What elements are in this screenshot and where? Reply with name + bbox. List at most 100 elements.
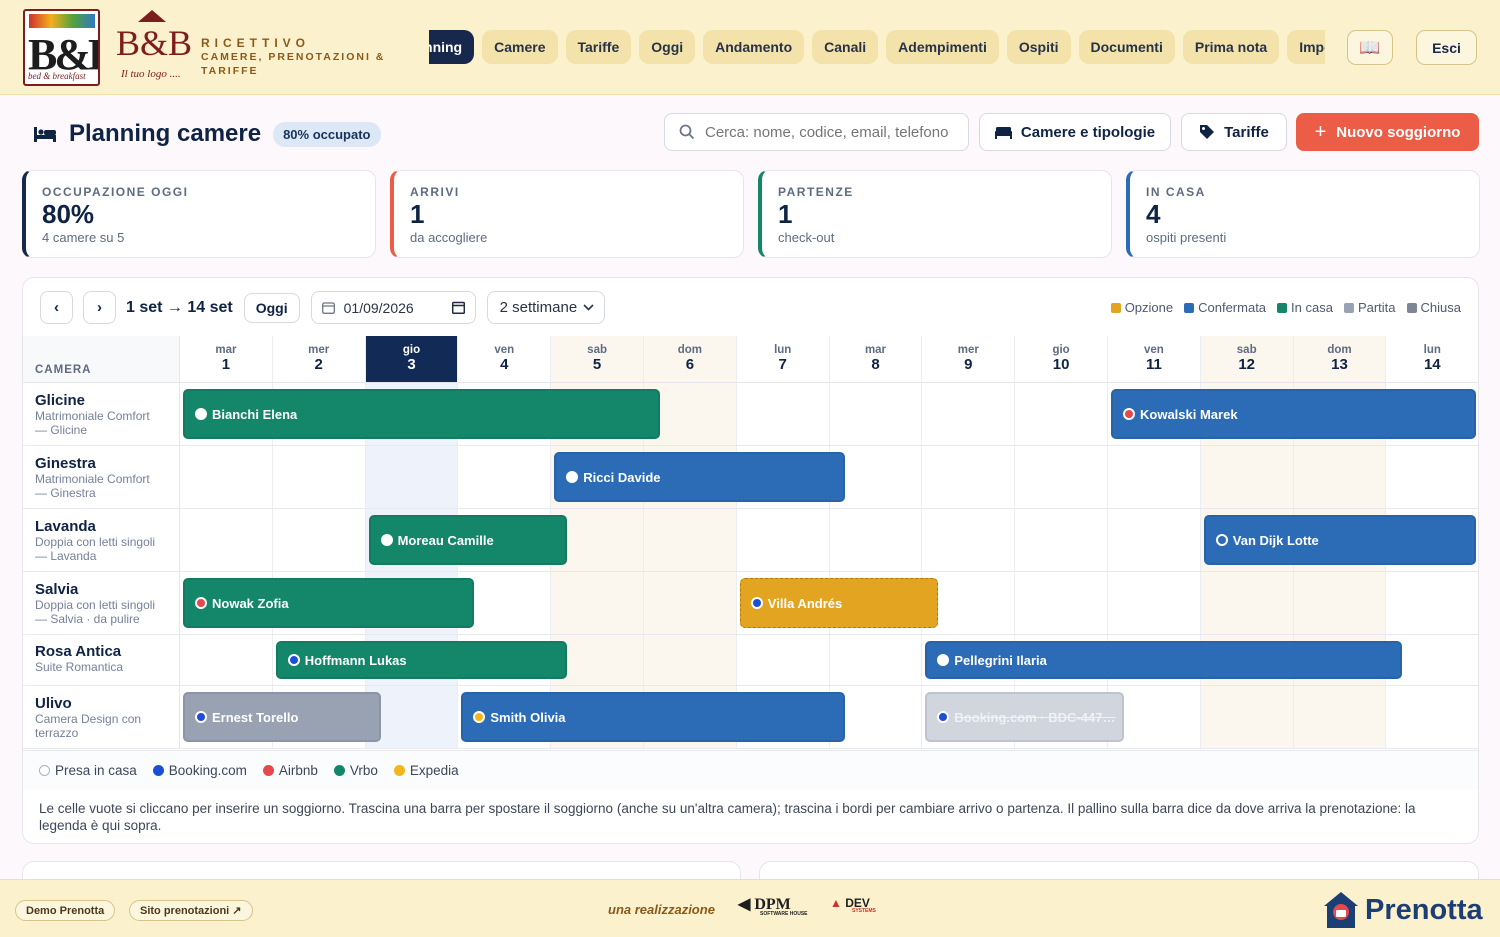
day-number: 4 (500, 356, 509, 373)
search-input[interactable] (705, 123, 955, 141)
prenotta-text: Prenotta (1365, 893, 1483, 926)
next-period-button[interactable]: › (83, 291, 116, 324)
book-icon: 📖 (1359, 37, 1381, 57)
day-header: lun 7 (736, 336, 830, 383)
manual-button[interactable]: 📖 (1347, 30, 1393, 65)
row-divider (23, 508, 1478, 509)
legend-item: Chiusa (1406, 300, 1461, 315)
nav-andamento[interactable]: Andamento (703, 30, 805, 64)
day-name: dom (677, 344, 703, 356)
new-stay-button[interactable]: + Nuovo soggiorno (1296, 113, 1479, 151)
rooms-types-label: Camere e tipologie (1020, 123, 1156, 141)
nav-oggi[interactable]: Oggi (639, 30, 696, 64)
room-cell: Rosa Antica Suite Romantica (23, 635, 180, 685)
nav-impostazioni[interactable]: Impostazioni (1287, 30, 1325, 64)
source-dot (39, 765, 50, 776)
booking-bar[interactable]: Pellegrini Ilaria (925, 641, 1402, 679)
search-box[interactable] (664, 113, 969, 151)
source-label: Presa in casa (55, 763, 137, 778)
day-number: 8 (871, 356, 880, 373)
room-type: Matrimoniale Comfort (35, 472, 150, 486)
prenotta-house-icon (1324, 892, 1358, 928)
day-header: dom 6 (644, 336, 737, 383)
row-divider (23, 571, 1478, 572)
booking-bar[interactable]: Bianchi Elena (183, 389, 660, 439)
booking-bar[interactable]: Kowalski Marek (1111, 389, 1477, 439)
booking-bar[interactable]: Van Dijk Lotte (1203, 515, 1477, 565)
nav-ospiti[interactable]: Ospiti (1006, 30, 1071, 64)
rates-button[interactable]: Tariffe (1181, 113, 1287, 151)
nav-documenti[interactable]: Documenti (1078, 30, 1175, 64)
planning-grid: CAMERA mar 1 mer 2 gio 3 ven 4 sab 5 dom 6 lun 7 mar 8 m… (23, 336, 1478, 750)
source-legend: Presa in casa Booking.com Airbnb Vrbo Expedi… (23, 750, 1478, 790)
logout-button[interactable]: Esci (1416, 30, 1477, 65)
guest-name: Bianchi Elena (212, 406, 298, 422)
stat-sub: da accogliere (410, 230, 488, 245)
nav-canali[interactable]: Canali (812, 30, 879, 64)
nav-camere[interactable]: Camere (482, 30, 558, 64)
occupancy-badge: 80% occupato (273, 121, 381, 147)
booking-bar[interactable]: Moreau Camille (368, 515, 567, 565)
stat-card: ARRIVI 1 da accogliere (390, 170, 744, 258)
booking-bar[interactable]: Villa Andrés (739, 578, 938, 628)
day-name: gio (1052, 344, 1070, 356)
bed-icon (34, 127, 56, 142)
source-item: Expedia (393, 763, 459, 778)
source-dot (152, 765, 164, 776)
legend-label: Confermata (1198, 300, 1267, 315)
prev-period-button[interactable]: ‹ (40, 291, 73, 324)
source-dot (937, 654, 950, 666)
day-header: sab 5 (551, 336, 644, 383)
row-divider (23, 445, 1478, 446)
legend-item: In casa (1277, 300, 1333, 315)
day-name: gio (402, 344, 421, 356)
demo-link[interactable]: Demo Prenotta (15, 900, 116, 921)
booking-bar[interactable]: Hoffmann Lukas (275, 641, 567, 679)
room-type: Matrimoniale Comfort (35, 409, 150, 423)
guest-name: Van Dijk Lotte (1232, 532, 1319, 548)
source-item: Vrbo (333, 763, 378, 778)
date-field[interactable]: 01/09/2026 (310, 291, 476, 324)
rooms-types-button[interactable]: Camere e tipologie (979, 113, 1171, 151)
page-header: Planning camere 80% occupato (33, 120, 381, 148)
room-type: Camera Design con (35, 712, 142, 726)
source-dot (566, 471, 579, 483)
booking-bar[interactable]: Booking.com · BDC-447… (925, 692, 1124, 742)
bnb-logo[interactable]: B&B bed & breakfast (23, 9, 100, 86)
day-header: ven 11 (1108, 336, 1201, 383)
footer: Demo Prenotta Sito prenotazioni ↗ una re… (0, 879, 1500, 937)
nav-adempimenti[interactable]: Adempimenti (886, 30, 999, 64)
day-number: 9 (964, 356, 973, 373)
day-name: mer (308, 344, 330, 356)
logo2-tag: Il tuo logo .... (121, 68, 181, 80)
planner-card: ‹ › 1 set → 14 set Oggi 01/09/2026 2 set… (22, 277, 1479, 844)
guest-name: Pellegrini Ilaria (954, 652, 1047, 668)
period-select[interactable]: 2 settimane (486, 291, 605, 324)
day-name: lun (1423, 344, 1441, 356)
legend-swatch (1406, 302, 1417, 313)
room-sub: — Glicine (35, 423, 88, 437)
booking-bar[interactable]: Ricci Davide (554, 452, 846, 502)
day-name: sab (1236, 344, 1257, 356)
nav-tariffe[interactable]: Tariffe (565, 30, 632, 64)
booking-bar[interactable]: Smith Olivia (461, 692, 846, 742)
source-item: Airbnb (262, 763, 318, 778)
nav-planning[interactable]: Planning (429, 30, 475, 64)
brand-line-2: CAMERE, PRENOTAZIONI & (201, 51, 386, 63)
day-name: sab (587, 344, 607, 356)
booking-bar[interactable]: Nowak Zofia (183, 578, 474, 628)
day-number: 11 (1145, 356, 1162, 373)
prenotta-logo[interactable]: Prenotta (1322, 890, 1483, 930)
room-cell: Ginestra Matrimoniale Comfort — Ginestra (23, 446, 180, 508)
chevron-right-icon: › (97, 299, 102, 316)
source-label: Vrbo (349, 763, 378, 778)
today-button[interactable]: Oggi (243, 292, 300, 323)
stat-value: 80% (42, 199, 95, 229)
legend-item: Opzione (1110, 300, 1173, 315)
booking-bar[interactable]: Ernest Torello (183, 692, 382, 742)
nav-prima-nota[interactable]: Prima nota (1182, 30, 1280, 64)
booking-site-link[interactable]: Sito prenotazioni ↗ (129, 900, 253, 921)
calendar-picker-icon[interactable] (451, 301, 465, 314)
day-number: 1 (221, 356, 231, 373)
source-dot (195, 597, 207, 609)
